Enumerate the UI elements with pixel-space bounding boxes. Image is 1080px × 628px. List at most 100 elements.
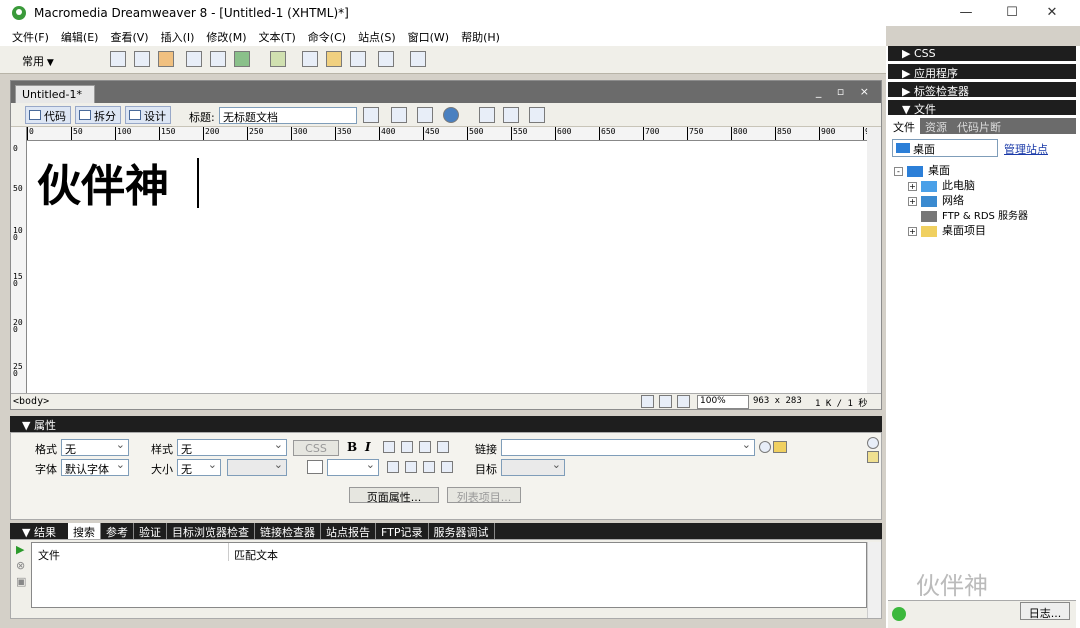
manage-sites-link[interactable]: 管理站点 [1004, 141, 1048, 157]
format-select[interactable]: 无 [61, 438, 129, 456]
results-scrollbar[interactable] [867, 542, 881, 618]
hyperlink-icon[interactable] [110, 51, 126, 67]
italic-button[interactable]: I [365, 440, 371, 454]
help-icon[interactable] [867, 437, 879, 449]
quick-tag-editor-icon[interactable] [867, 451, 879, 463]
css-button[interactable]: CSS [293, 440, 339, 456]
comment-icon[interactable] [350, 51, 366, 67]
tree-expander[interactable]: + [908, 181, 917, 191]
tree-expander[interactable]: + [908, 196, 917, 206]
validate-icon[interactable] [391, 107, 407, 123]
zoom-tool-icon[interactable] [677, 395, 690, 408]
align-left-icon[interactable] [383, 441, 395, 453]
indent-icon[interactable] [441, 461, 453, 473]
tab-link-checker[interactable]: 链接检查器 [255, 523, 321, 539]
align-center-icon[interactable] [401, 441, 413, 453]
page-title-input[interactable]: 无标题文档 [219, 107, 357, 124]
split-view-button[interactable]: 拆分 [75, 106, 121, 124]
tab-browser-check[interactable]: 目标浏览器检查 [167, 523, 255, 539]
pointer-tool-icon[interactable] [641, 395, 654, 408]
layer-icon[interactable] [210, 51, 226, 67]
text-color-input[interactable] [327, 458, 379, 476]
document-content-text[interactable]: 伙伴神 [37, 150, 169, 214]
tag-selector[interactable]: <body> [13, 396, 49, 407]
column-header-match[interactable]: 匹配文本 [234, 547, 278, 563]
application-panel-header[interactable]: ▶ 应用程序 [888, 64, 1076, 80]
browse-folder-icon[interactable] [773, 441, 787, 453]
align-right-icon[interactable] [419, 441, 431, 453]
head-icon[interactable] [378, 51, 394, 67]
tab-files[interactable]: 文件 [888, 118, 920, 134]
refresh-icon[interactable] [479, 107, 495, 123]
menu-commands[interactable]: 命令(C) [308, 26, 352, 46]
named-anchor-icon[interactable] [158, 51, 174, 67]
design-view-canvas[interactable]: 伙伴神 [27, 142, 881, 393]
menu-text[interactable]: 文本(T) [258, 26, 301, 46]
tab-ftp-log[interactable]: FTP记录 [376, 523, 429, 539]
table-icon[interactable] [186, 51, 202, 67]
save-report-icon[interactable]: ▣ [16, 575, 26, 588]
bold-button[interactable]: B [347, 440, 357, 454]
properties-panel-header[interactable]: ▼ 属性 [10, 416, 882, 432]
browser-check-icon[interactable] [363, 107, 379, 123]
server-side-include-icon[interactable] [326, 51, 342, 67]
style-select[interactable]: 无 [177, 438, 287, 456]
unordered-list-icon[interactable] [387, 461, 399, 473]
menu-file[interactable]: 文件(F) [12, 26, 55, 46]
text-color-picker-icon[interactable] [307, 460, 323, 474]
tab-server-debug[interactable]: 服务器调试 [429, 523, 495, 539]
document-tab[interactable]: Untitled-1* [15, 85, 95, 103]
hand-tool-icon[interactable] [659, 395, 672, 408]
menu-modify[interactable]: 修改(M) [206, 26, 252, 46]
stop-icon[interactable]: ⊗ [16, 559, 25, 572]
tree-item-desktop[interactable]: - 桌面 [894, 162, 950, 178]
email-link-icon[interactable] [134, 51, 150, 67]
column-header-file[interactable]: 文件 [38, 547, 60, 563]
tree-expander[interactable]: + [908, 226, 917, 236]
tree-item-network[interactable]: + 网络 [908, 192, 964, 208]
css-panel-header[interactable]: ▶ CSS [888, 46, 1076, 61]
site-select[interactable]: 桌面 [892, 139, 998, 157]
visual-aids-icon[interactable] [529, 107, 545, 123]
media-icon[interactable] [270, 51, 286, 67]
page-properties-button[interactable]: 页面属性... [349, 487, 439, 504]
menu-edit[interactable]: 编辑(E) [61, 26, 105, 46]
outdent-icon[interactable] [423, 461, 435, 473]
window-size-select[interactable]: 963 x 283 [753, 396, 802, 406]
image-icon[interactable] [234, 51, 250, 67]
menu-insert[interactable]: 插入(I) [161, 26, 201, 46]
menu-site[interactable]: 站点(S) [358, 26, 402, 46]
close-button[interactable]: ✕ [1032, 3, 1072, 23]
document-scrollbar[interactable] [867, 127, 881, 393]
tab-site-reports[interactable]: 站点报告 [321, 523, 376, 539]
tag-inspector-panel-header[interactable]: ▶ 标签检查器 [888, 82, 1076, 98]
log-button[interactable]: 日志... [1020, 602, 1070, 620]
menu-window[interactable]: 窗口(W) [408, 26, 455, 46]
preview-in-browser-icon[interactable] [443, 107, 459, 123]
point-to-file-icon[interactable] [759, 441, 771, 453]
design-view-button[interactable]: 设计 [125, 106, 171, 124]
zoom-select[interactable]: 100% [697, 395, 749, 409]
results-panel-header[interactable]: ▼ 结果 搜索 参考 验证 目标浏览器检查 链接检查器 站点报告 FTP记录 服… [10, 523, 882, 539]
link-input[interactable] [501, 438, 755, 456]
size-select[interactable]: 无 [177, 458, 221, 476]
document-window-controls[interactable]: _ ▫ × [816, 85, 875, 98]
tab-snippets[interactable]: 代码片断 [952, 118, 1006, 134]
tree-item-desktop-items[interactable]: + 桌面项目 [908, 222, 986, 238]
tree-item-ftp-rds[interactable]: FTP & RDS 服务器 [921, 207, 1028, 222]
file-management-icon[interactable] [417, 107, 433, 123]
minimize-button[interactable]: — [946, 3, 986, 23]
ordered-list-icon[interactable] [405, 461, 417, 473]
menu-help[interactable]: 帮助(H) [461, 26, 506, 46]
date-icon[interactable] [302, 51, 318, 67]
font-select[interactable]: 默认字体 [61, 458, 129, 476]
play-icon[interactable]: ▶ [16, 543, 24, 556]
template-icon[interactable] [410, 51, 426, 67]
files-panel-header[interactable]: ▼ 文件 [888, 100, 1076, 116]
menu-view[interactable]: 查看(V) [110, 26, 154, 46]
tree-item-this-pc[interactable]: + 此电脑 [908, 177, 975, 193]
insert-category-select[interactable]: 常用 [22, 53, 54, 69]
tab-search[interactable]: 搜索 [68, 523, 101, 539]
tab-reference[interactable]: 参考 [101, 523, 134, 539]
view-options-icon[interactable] [503, 107, 519, 123]
